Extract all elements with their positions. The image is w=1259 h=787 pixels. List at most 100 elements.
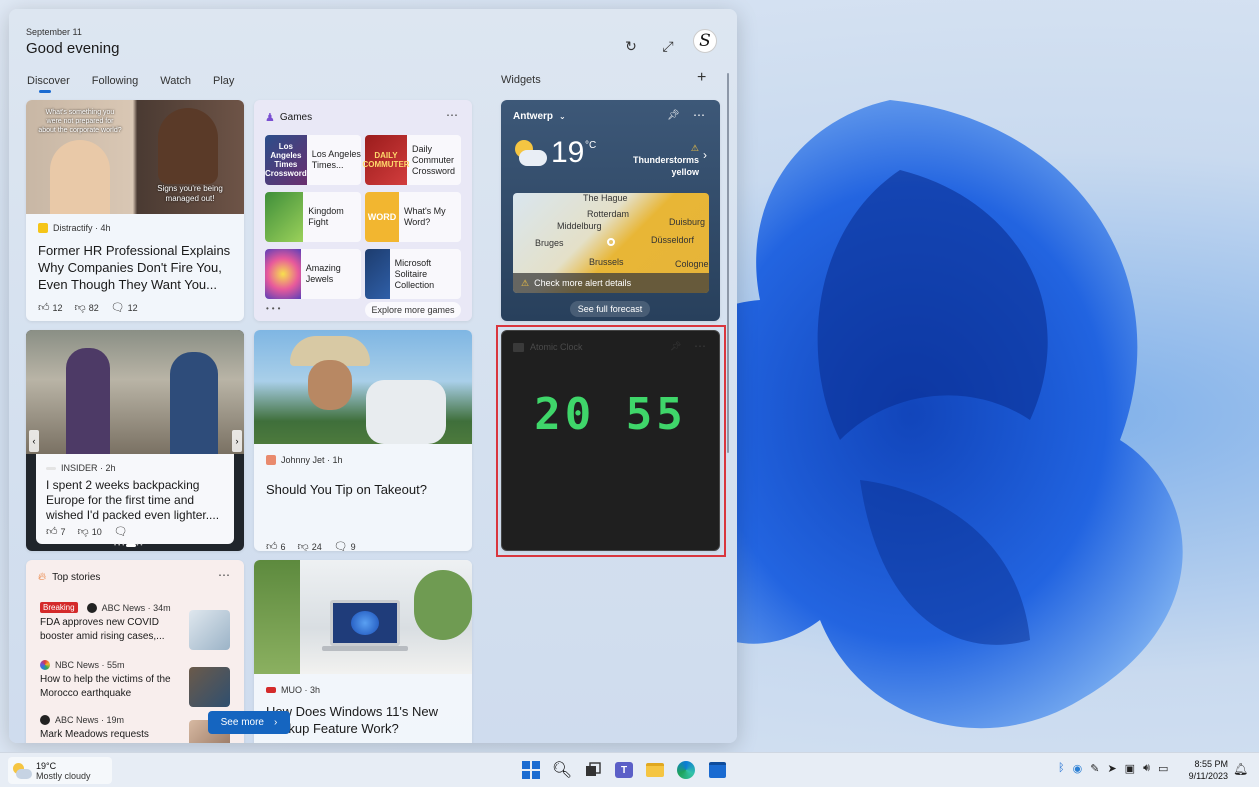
game-solitaire[interactable]: Microsoft Solitaire Collection [365, 249, 461, 299]
games-card: ♟ Games ⋯ Los Angeles Times Crossword Lo… [254, 100, 472, 321]
news-headline[interactable]: Should You Tip on Takeout? [266, 481, 466, 498]
like-button[interactable]: 👍︎ 12 [38, 301, 63, 314]
dislike-button[interactable]: 👎︎ 82 [75, 301, 99, 314]
search-button[interactable]: 🔍︎ [551, 759, 573, 781]
taskbar: 19°C Mostly cloudy 🔍︎ T ᛒ ◉ ✎ ➤ ▣ 🔊︎ ▭ 8… [0, 752, 1259, 787]
game-daily-commuter[interactable]: DAILY COMMUTER Daily Commuter Crossword [362, 135, 461, 185]
volume-icon[interactable]: 🔊︎ [1143, 762, 1150, 775]
network-icon[interactable]: ▣ [1125, 762, 1135, 775]
more-options-icon[interactable]: ⋯ [693, 108, 705, 122]
news-headline[interactable]: How Does Windows 11's New Backup Feature… [266, 703, 466, 737]
widgets-title: Widgets [501, 74, 541, 86]
person-left [66, 348, 110, 454]
person-right [158, 108, 218, 184]
story-thumbnail [189, 610, 230, 650]
johnny-jet-logo-icon [266, 455, 276, 465]
thumbs-up-icon: 👍︎ [38, 302, 50, 314]
like-button[interactable]: 👍︎ 7 [46, 525, 66, 538]
battery-icon[interactable]: ▭ [1158, 762, 1168, 775]
windows-logo-icon [522, 761, 540, 779]
taskbar-apps: 🔍︎ T [520, 759, 728, 781]
comment-icon: 🗨︎ [113, 526, 128, 538]
game-thumb [265, 192, 304, 242]
news-card-takeout[interactable]: Johnny Jet · 1h Should You Tip on Takeou… [254, 330, 472, 551]
thumbs-up-icon: 👍︎ [46, 526, 58, 538]
carousel-next-button[interactable]: › [232, 430, 242, 452]
game-thumb: WORD [365, 192, 399, 242]
weather-location[interactable]: Antwerp ⌄ [513, 111, 566, 122]
teams-icon: T [615, 762, 633, 778]
taskbar-weather[interactable]: 19°C Mostly cloudy [8, 757, 112, 784]
game-thumb [365, 249, 390, 299]
explore-more-games-button[interactable]: Explore more games [365, 302, 461, 318]
breaking-badge: Breaking [40, 602, 78, 613]
notification-bell-icon[interactable]: 🔔︎ [1233, 762, 1248, 776]
edge-button[interactable] [675, 759, 697, 781]
weather-widget[interactable]: Antwerp ⌄ 📌︎ ⋯ 19 °C ⚠ Thunderstorms yel… [501, 100, 720, 321]
avatar[interactable]: S [693, 29, 717, 53]
news-card-insider[interactable]: ‹ › INSIDER · 2h I spent 2 weeks backpac… [26, 330, 244, 551]
story-headline: How to help the victims of the Morocco e… [40, 674, 171, 699]
bluetooth-icon[interactable]: ᛒ [1058, 762, 1065, 775]
pin-icon[interactable]: 📌︎ [667, 110, 680, 121]
refresh-button[interactable]: ↻ [620, 35, 642, 57]
carousel-dots[interactable]: ••• [266, 304, 283, 313]
more-options-icon[interactable]: ⋯ [446, 108, 458, 122]
chevron-right-icon[interactable]: › [703, 148, 707, 162]
warning-icon: ⚠ [690, 143, 699, 153]
comment-icon: 🗨︎ [333, 541, 348, 551]
comment-button[interactable]: 🗨︎ 9 [334, 540, 356, 551]
comment-button[interactable]: 🗨︎ 12 [111, 301, 138, 314]
like-button[interactable]: 👍︎ 6 [266, 540, 286, 551]
taskbar-clock[interactable]: 8:55 PM 9/11/2023 [1184, 758, 1228, 782]
panel-date: September 11 [26, 27, 82, 37]
game-kingdom-fight[interactable]: Kingdom Fight [265, 192, 361, 242]
teams-button[interactable]: T [613, 759, 635, 781]
dislike-button[interactable]: 👎︎ 10 [78, 525, 102, 538]
news-card-hr[interactable]: What's something you were not prepared f… [26, 100, 244, 321]
person-face [308, 360, 352, 410]
location-marker-icon [607, 238, 615, 246]
map-alert-bar[interactable]: ⚠ Check more alert details [513, 273, 709, 293]
start-button[interactable] [520, 759, 542, 781]
carousel-dots[interactable]: ••• •• [114, 543, 145, 549]
weather-map[interactable]: The Hague Rotterdam Middelburg Duisburg … [513, 193, 709, 293]
news-headline[interactable]: I spent 2 weeks backpacking Europe for t… [46, 478, 232, 523]
chevron-right-icon: › [274, 717, 278, 728]
expand-button[interactable]: ⤢ [657, 35, 679, 57]
weather-alert[interactable]: ⚠ Thunderstorms yellow [623, 142, 699, 178]
nbc-news-logo-icon [40, 660, 50, 670]
game-la-times[interactable]: Los Angeles Times Crossword Los Angeles … [265, 135, 361, 185]
story-headline: FDA approves new COVID booster amid risi… [40, 617, 165, 642]
file-explorer-button[interactable] [644, 759, 666, 781]
store-button[interactable] [706, 759, 728, 781]
dislike-button[interactable]: 👎︎ 24 [298, 540, 322, 551]
more-options-icon[interactable]: ⋯ [218, 568, 230, 582]
tab-play[interactable]: Play [213, 75, 234, 93]
games-icon: ♟ [265, 112, 275, 124]
laptop-base [322, 646, 408, 651]
game-whats-my-word[interactable]: WORD What's My Word? [365, 192, 461, 242]
news-headline[interactable]: Former HR Professional Explains Why Comp… [38, 242, 238, 293]
carousel-prev-button[interactable]: ‹ [29, 430, 39, 452]
weather-temp: 19 [551, 136, 585, 169]
add-widget-button[interactable]: + [697, 69, 706, 87]
news-source: INSIDER · 2h [46, 463, 116, 473]
reactions-bar: 👍︎ 7 👎︎ 10 🗨︎ [46, 525, 128, 538]
see-full-forecast-button[interactable]: See full forecast [570, 301, 650, 317]
comment-button[interactable]: 🗨︎ [114, 525, 128, 538]
muo-logo-icon [266, 687, 276, 693]
tab-discover[interactable]: Discover [27, 75, 70, 93]
security-icon[interactable]: ◉ [1073, 762, 1083, 775]
tab-following[interactable]: Following [92, 75, 138, 93]
abc-news-logo-icon [86, 602, 97, 613]
scrollbar[interactable] [727, 73, 729, 453]
taskbar-weather-temp: 19°C [36, 760, 57, 771]
task-view-button[interactable] [582, 759, 604, 781]
pen-icon[interactable]: ✎ [1090, 762, 1099, 775]
location-icon[interactable]: ➤ [1107, 762, 1116, 775]
expand-icon: ⤢ [662, 37, 674, 54]
see-more-button[interactable]: See more › [208, 711, 290, 734]
tab-watch[interactable]: Watch [160, 75, 191, 93]
game-amazing-jewels[interactable]: Amazing Jewels [265, 249, 361, 299]
